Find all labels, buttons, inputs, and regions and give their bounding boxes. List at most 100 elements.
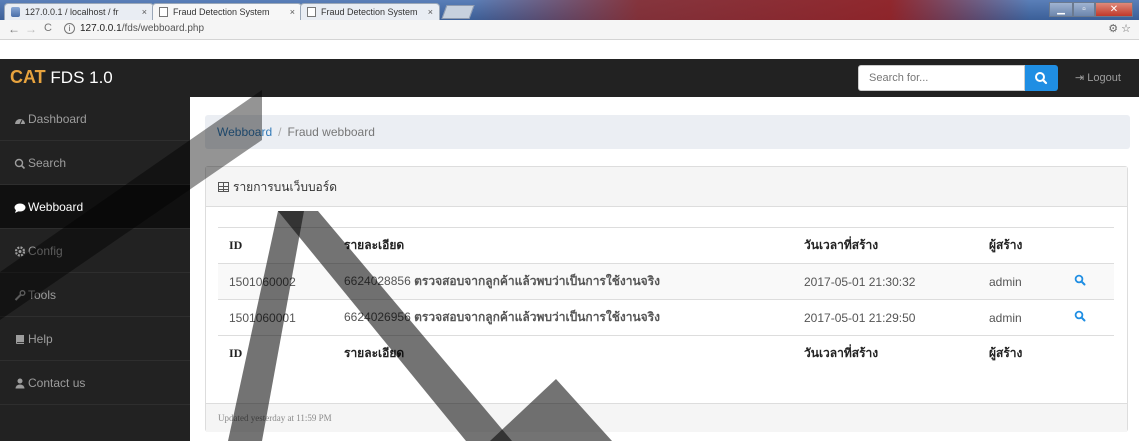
logout-link[interactable]: ⇥ Logout (1075, 71, 1121, 84)
browser-extension-icons[interactable]: ⚙ ☆ (1108, 22, 1131, 35)
column-footer-id: ID (218, 335, 333, 372)
table-footer-row: ID รายละเอียด วันเวลาที่สร้าง ผู้สร้าง (218, 335, 1114, 372)
detail-text: ตรวจสอบจากลูกค้าแล้วพบว่าเป็นการใช้งานจร… (414, 274, 661, 288)
view-search-icon[interactable] (1074, 274, 1086, 286)
sidebar-item-label: Dashboard (28, 112, 87, 126)
book-icon (16, 335, 24, 345)
detail-text: ตรวจสอบจากลูกค้าแล้วพบว่าเป็นการใช้งานจร… (414, 310, 661, 324)
tabbar-background (470, 0, 1030, 20)
main-content: Webboard / Fraud webboard รายการบนเว็บบอร์… (190, 97, 1139, 441)
close-window-button[interactable]: ✕ (1095, 2, 1133, 17)
cell-created: 2017-05-01 21:30:32 (793, 263, 978, 300)
url-host: 127.0.0.1 (80, 23, 122, 34)
browser-tab-bar: 127.0.0.1 / localhost / fr × Fraud Detec… (0, 0, 1139, 20)
detail-number: 6624028856 (344, 274, 411, 288)
tab-label: Fraud Detection System (173, 7, 270, 17)
logout-icon: ⇥ (1075, 72, 1085, 84)
phpmyadmin-favicon-icon (11, 7, 20, 17)
sidebar-item-label: Tools (28, 288, 57, 302)
cell-action (1060, 299, 1114, 336)
column-header-action (1060, 227, 1114, 264)
table-header-row: ID รายละเอียด วันเวลาที่สร้าง ผู้สร้าง (218, 227, 1114, 264)
sidebar-item-search[interactable]: Search (0, 141, 190, 185)
card-footer: Updated yesterday at 11:59 PM (206, 403, 1127, 432)
new-tab-button[interactable] (441, 5, 475, 19)
user-icon (15, 378, 25, 389)
breadcrumb: Webboard / Fraud webboard (205, 115, 1130, 149)
view-search-icon[interactable] (1074, 310, 1086, 322)
column-footer-creator: ผู้สร้าง (978, 335, 1060, 372)
column-footer-detail: รายละเอียด (333, 335, 793, 372)
search-icon (14, 159, 26, 170)
page-favicon-icon (307, 7, 316, 17)
tab-close-icon[interactable]: × (428, 4, 433, 20)
column-header-creator[interactable]: ผู้สร้าง (978, 227, 1060, 264)
sidebar-item-tools[interactable]: Tools (0, 273, 190, 317)
breadcrumb-link-webboard[interactable]: Webboard (217, 125, 272, 139)
table-row: 1501060001 6624026956 ตรวจสอบจากลูกค้าแล… (218, 299, 1114, 336)
card-title: รายการบนเว็บบอร์ด (233, 180, 338, 194)
column-header-created[interactable]: วันเวลาที่สร้าง (793, 227, 978, 264)
webboard-table: ID รายละเอียด วันเวลาที่สร้าง ผู้สร้าง 1… (218, 227, 1114, 372)
back-button[interactable]: ← (8, 22, 20, 36)
browser-tab-fds[interactable]: Fraud Detection System × (300, 3, 440, 20)
brand[interactable]: CAT FDS 1.0 (10, 67, 113, 88)
cell-detail: 6624028856 ตรวจสอบจากลูกค้าแล้วพบว่าเป็น… (333, 263, 793, 300)
cell-detail: 6624026956 ตรวจสอบจากลูกค้าแล้วพบว่าเป็น… (333, 299, 793, 336)
minimize-button[interactable]: ▁ (1049, 2, 1073, 17)
sidebar-item-webboard[interactable]: Webboard (0, 185, 190, 229)
dashboard-icon (15, 118, 25, 125)
brand-logo: CAT (10, 67, 46, 87)
sidebar-item-config[interactable]: Config (0, 229, 190, 273)
breadcrumb-separator: / (278, 125, 282, 139)
sidebar-item-label: Config (28, 244, 63, 258)
sidebar-item-contact-us[interactable]: Contact us (0, 361, 190, 405)
site-info-icon[interactable]: i (64, 23, 75, 34)
search-input[interactable] (858, 65, 1025, 91)
card-header: รายการบนเว็บบอร์ด (206, 167, 1127, 207)
cell-created: 2017-05-01 21:29:50 (793, 299, 978, 336)
webboard-card: รายการบนเว็บบอร์ด ID รายละเอียด วันเวลาท… (205, 166, 1128, 432)
cell-creator: admin (978, 299, 1060, 336)
tab-close-icon[interactable]: × (290, 4, 295, 20)
sidebar-item-label: Webboard (28, 200, 84, 214)
url-field[interactable]: 127.0.0.1/fds/webboard.php (80, 23, 204, 34)
maximize-button[interactable]: ▫ (1073, 2, 1095, 17)
column-header-id[interactable]: ID (218, 227, 333, 264)
breadcrumb-current: Fraud webboard (287, 125, 375, 139)
cell-action (1060, 263, 1114, 300)
search-button[interactable] (1025, 65, 1058, 91)
sidebar: Dashboard Search Webboard Config Tools H… (0, 97, 190, 441)
cell-id: 1501060001 (218, 299, 333, 336)
reload-button[interactable]: C (44, 22, 52, 34)
window-controls: ▁ ▫ ✕ (1049, 2, 1133, 17)
column-footer-action (1060, 335, 1114, 372)
cell-id: 1501060002 (218, 263, 333, 300)
sidebar-item-label: Help (28, 332, 53, 346)
address-bar: ← → C i 127.0.0.1/fds/webboard.php ⚙ ☆ (0, 20, 1139, 40)
page-favicon-icon (159, 7, 168, 17)
tab-label: 127.0.0.1 / localhost / fr (25, 7, 119, 17)
column-header-detail[interactable]: รายละเอียด (333, 227, 793, 264)
tab-label: Fraud Detection System (321, 7, 418, 17)
forward-button[interactable]: → (25, 22, 37, 36)
brand-product-name: FDS 1.0 (50, 68, 113, 87)
url-path: /fds/webboard.php (121, 23, 204, 34)
detail-number: 6624026956 (344, 310, 411, 324)
tab-close-icon[interactable]: × (142, 4, 147, 20)
sidebar-item-label: Contact us (28, 376, 86, 390)
cog-icon (14, 246, 26, 257)
sidebar-item-dashboard[interactable]: Dashboard (0, 97, 190, 141)
cell-creator: admin (978, 263, 1060, 300)
browser-tab-phpmyadmin[interactable]: 127.0.0.1 / localhost / fr × (4, 3, 154, 20)
table-row: 1501060002 6624028856 ตรวจสอบจากลูกค้าแล… (218, 263, 1114, 300)
column-footer-created: วันเวลาที่สร้าง (793, 335, 978, 372)
wrench-icon (14, 290, 26, 302)
sidebar-item-label: Search (28, 156, 67, 170)
search-icon (1035, 72, 1048, 85)
top-navbar: CAT FDS 1.0 ⇥ Logout (0, 59, 1139, 97)
table-icon (218, 182, 229, 192)
browser-tab-fds-active[interactable]: Fraud Detection System × (152, 3, 302, 20)
comment-icon (14, 203, 26, 213)
sidebar-item-help[interactable]: Help (0, 317, 190, 361)
